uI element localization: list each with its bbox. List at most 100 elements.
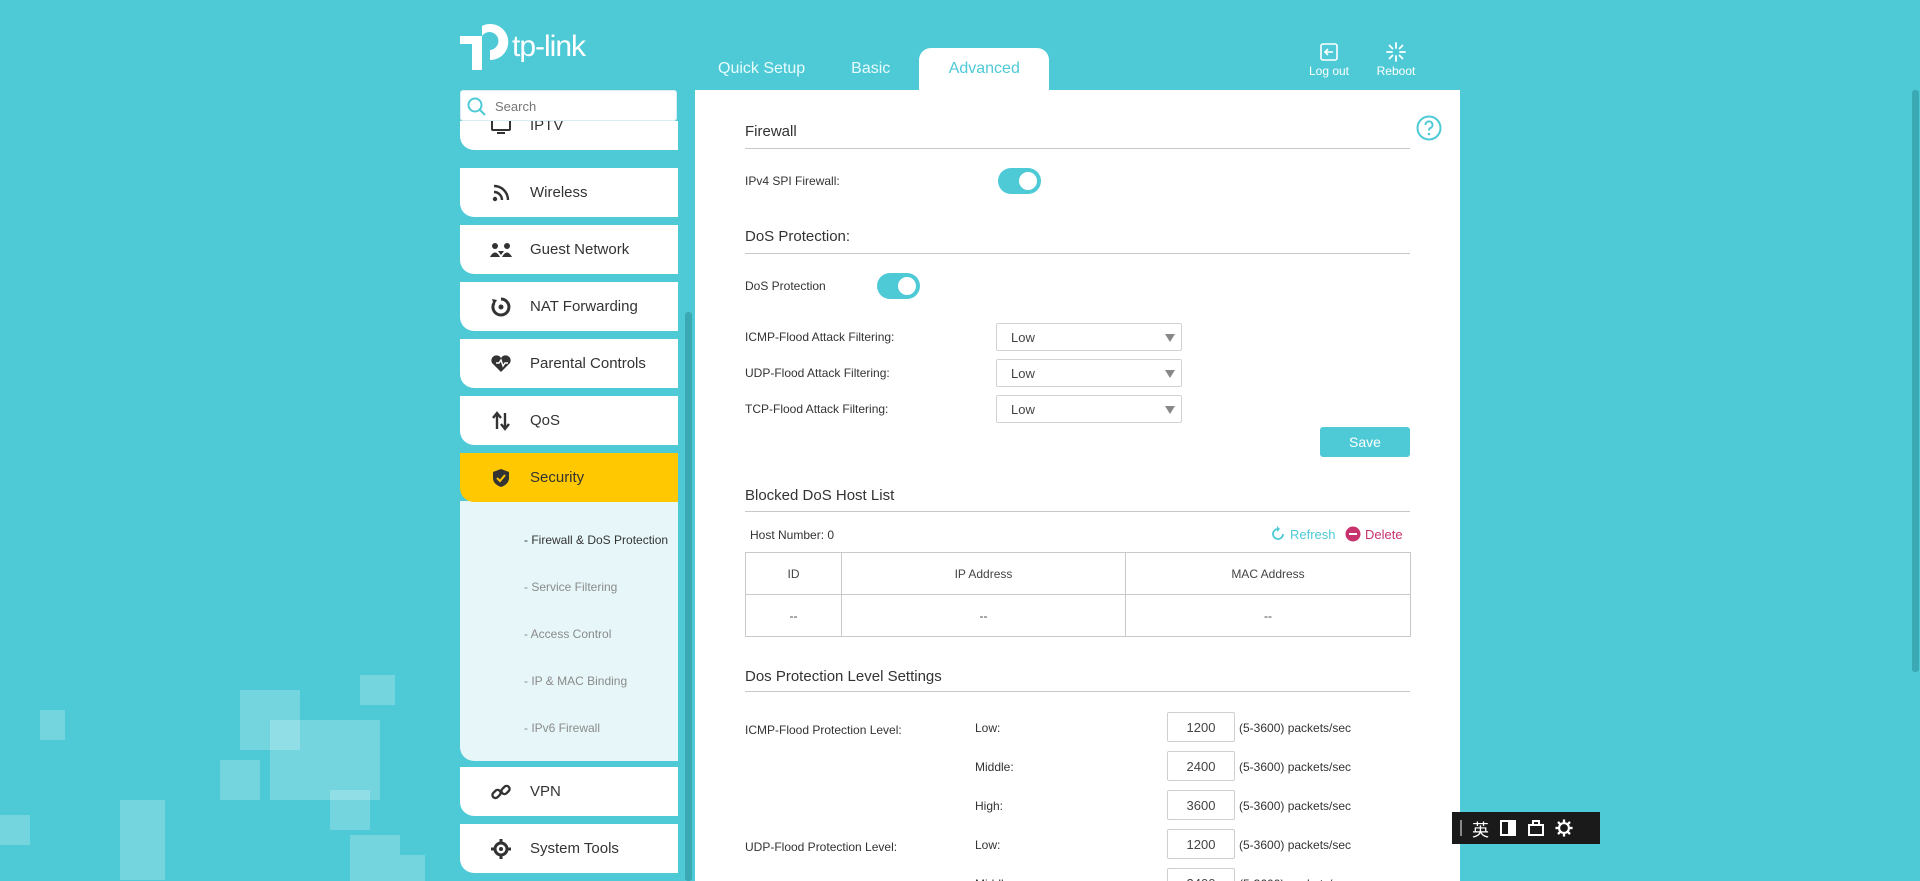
column-header-mac-address: MAC Address bbox=[1125, 552, 1411, 595]
sidebar-item-label: IPTV bbox=[530, 121, 564, 134]
sidebar-item-label: System Tools bbox=[530, 840, 619, 857]
search-box bbox=[460, 90, 677, 121]
help-icon[interactable] bbox=[1416, 115, 1442, 141]
submenu-firewall-dos-protection[interactable]: - Firewall & DoS Protection bbox=[524, 533, 668, 547]
table-header-row: ID IP Address MAC Address bbox=[745, 552, 1411, 595]
blocked-host-list-title: Blocked DoS Host List bbox=[745, 487, 895, 504]
sidebar-item-system-tools[interactable]: System Tools bbox=[460, 824, 678, 873]
sidebar-item-label: Guest Network bbox=[530, 241, 630, 258]
icmp-high-input[interactable] bbox=[1167, 790, 1235, 820]
sidebar-item-security[interactable]: Security bbox=[460, 453, 678, 502]
reboot-button[interactable]: Reboot bbox=[1366, 42, 1426, 78]
divider bbox=[745, 253, 1410, 254]
udp-flood-protection-level-label: UDP-Flood Protection Level: bbox=[745, 840, 898, 854]
delete-button[interactable]: Delete bbox=[1345, 526, 1403, 542]
submenu-ipv6-firewall[interactable]: - IPv6 Firewall bbox=[524, 721, 600, 735]
host-number-text: Host Number: 0 bbox=[750, 528, 835, 542]
ime-half-width-icon[interactable] bbox=[1499, 819, 1517, 837]
icmp-low-input[interactable] bbox=[1167, 712, 1235, 742]
table-cell: -- bbox=[745, 594, 842, 637]
ipv4-spi-firewall-toggle[interactable] bbox=[998, 168, 1041, 194]
sidebar-item-label: QoS bbox=[530, 412, 561, 429]
sidebar-item-label: Wireless bbox=[530, 184, 588, 201]
background-decoration bbox=[220, 760, 260, 800]
brand-logo-text: tp-link bbox=[512, 30, 586, 63]
udp-middle-label: Middle: bbox=[975, 877, 1014, 881]
guest-users-icon bbox=[486, 239, 516, 261]
udp-low-input[interactable] bbox=[1167, 829, 1235, 859]
save-button[interactable]: Save bbox=[1320, 427, 1410, 457]
search-input[interactable] bbox=[495, 95, 670, 117]
ime-grip-icon[interactable] bbox=[1460, 820, 1462, 836]
reboot-label: Reboot bbox=[1376, 64, 1416, 78]
udp-flood-filtering-label: UDP-Flood Attack Filtering: bbox=[745, 366, 890, 380]
refresh-icon bbox=[1272, 526, 1284, 540]
ime-toolbox-icon[interactable] bbox=[1527, 819, 1545, 837]
tab-quick-setup[interactable]: Quick Setup bbox=[695, 48, 828, 90]
ime-language-toggle[interactable]: 英 bbox=[1472, 816, 1489, 841]
icmp-flood-filtering-select[interactable]: Low bbox=[996, 323, 1182, 351]
submenu-access-control[interactable]: - Access Control bbox=[524, 627, 611, 641]
sidebar-item-label: VPN bbox=[530, 783, 561, 800]
background-decoration bbox=[40, 710, 65, 740]
shield-icon bbox=[486, 467, 516, 489]
sidebar-item-nat-forwarding[interactable]: NAT Forwarding bbox=[460, 282, 678, 331]
divider bbox=[745, 691, 1410, 692]
sidebar: IPTV Wireless Guest Network NAT Forwardi… bbox=[460, 121, 678, 881]
table-cell: -- bbox=[1125, 594, 1411, 637]
wifi-icon bbox=[486, 182, 516, 204]
dos-section-title: DoS Protection: bbox=[745, 228, 851, 245]
sidebar-item-label: Parental Controls bbox=[530, 355, 646, 372]
table-cell: -- bbox=[841, 594, 1126, 637]
search-icon bbox=[467, 97, 486, 116]
submenu-ip-mac-binding[interactable]: - IP & MAC Binding bbox=[524, 674, 627, 688]
ime-settings-gear-icon[interactable] bbox=[1555, 819, 1573, 837]
udp-low-unit: (5-3600) packets/sec bbox=[1239, 838, 1352, 852]
sidebar-item-qos[interactable]: QoS bbox=[460, 396, 678, 445]
refresh-label: Refresh bbox=[1290, 526, 1336, 542]
udp-middle-unit: (5-3600) packets/sec bbox=[1239, 877, 1363, 881]
icmp-high-label: High: bbox=[975, 799, 1004, 813]
tcp-flood-filtering-label: TCP-Flood Attack Filtering: bbox=[745, 402, 889, 416]
sidebar-item-wireless[interactable]: Wireless bbox=[460, 168, 678, 217]
protection-level-settings-title: Dos Protection Level Settings bbox=[745, 668, 942, 685]
udp-middle-input[interactable] bbox=[1167, 868, 1235, 881]
reboot-icon bbox=[1386, 42, 1406, 62]
icmp-middle-input[interactable] bbox=[1167, 751, 1235, 781]
udp-flood-filtering-select[interactable]: Low bbox=[996, 359, 1182, 387]
logout-button[interactable]: Log out bbox=[1299, 42, 1359, 78]
table-row: -- -- -- bbox=[745, 594, 1411, 637]
column-header-id: ID bbox=[745, 552, 842, 595]
sidebar-scrollbar[interactable] bbox=[685, 312, 692, 881]
submenu-service-filtering[interactable]: - Service Filtering bbox=[524, 580, 617, 594]
blocked-host-table: ID IP Address MAC Address -- -- -- bbox=[745, 552, 1411, 637]
background-decoration bbox=[120, 800, 165, 880]
tab-basic[interactable]: Basic bbox=[828, 48, 913, 90]
sidebar-item-parental-controls[interactable]: Parental Controls bbox=[460, 339, 678, 388]
main-panel: Firewall IPv4 SPI Firewall: DoS Protecti… bbox=[695, 90, 1460, 881]
icmp-middle-label: Middle: bbox=[975, 760, 1014, 774]
page-scrollbar[interactable] bbox=[1912, 90, 1919, 672]
sidebar-item-iptv[interactable]: IPTV bbox=[460, 121, 678, 150]
background-decoration bbox=[330, 790, 370, 830]
background-decoration bbox=[0, 815, 30, 845]
icmp-middle-unit: (5-3600) packets/sec bbox=[1239, 760, 1352, 774]
gear-icon bbox=[486, 838, 516, 860]
refresh-button[interactable]: Refresh bbox=[1270, 526, 1336, 542]
background-decoration bbox=[360, 675, 395, 705]
ipv4-spi-firewall-label: IPv4 SPI Firewall: bbox=[745, 174, 840, 188]
icmp-high-unit: (5-3600) packets/sec bbox=[1239, 799, 1352, 813]
logout-label: Log out bbox=[1308, 64, 1350, 78]
qos-arrows-icon bbox=[486, 410, 516, 432]
sidebar-item-guest-network[interactable]: Guest Network bbox=[460, 225, 678, 274]
tab-advanced[interactable]: Advanced bbox=[919, 48, 1050, 90]
firewall-section-title: Firewall bbox=[745, 123, 797, 140]
sidebar-item-vpn[interactable]: VPN bbox=[460, 767, 678, 816]
nat-forwarding-icon bbox=[486, 296, 516, 318]
delete-label: Delete bbox=[1365, 526, 1403, 542]
dos-protection-toggle[interactable] bbox=[877, 273, 920, 299]
logout-icon bbox=[1320, 43, 1338, 61]
tcp-flood-filtering-select[interactable]: Low bbox=[996, 395, 1182, 423]
background-decoration bbox=[350, 835, 400, 881]
background-decoration bbox=[400, 855, 425, 881]
